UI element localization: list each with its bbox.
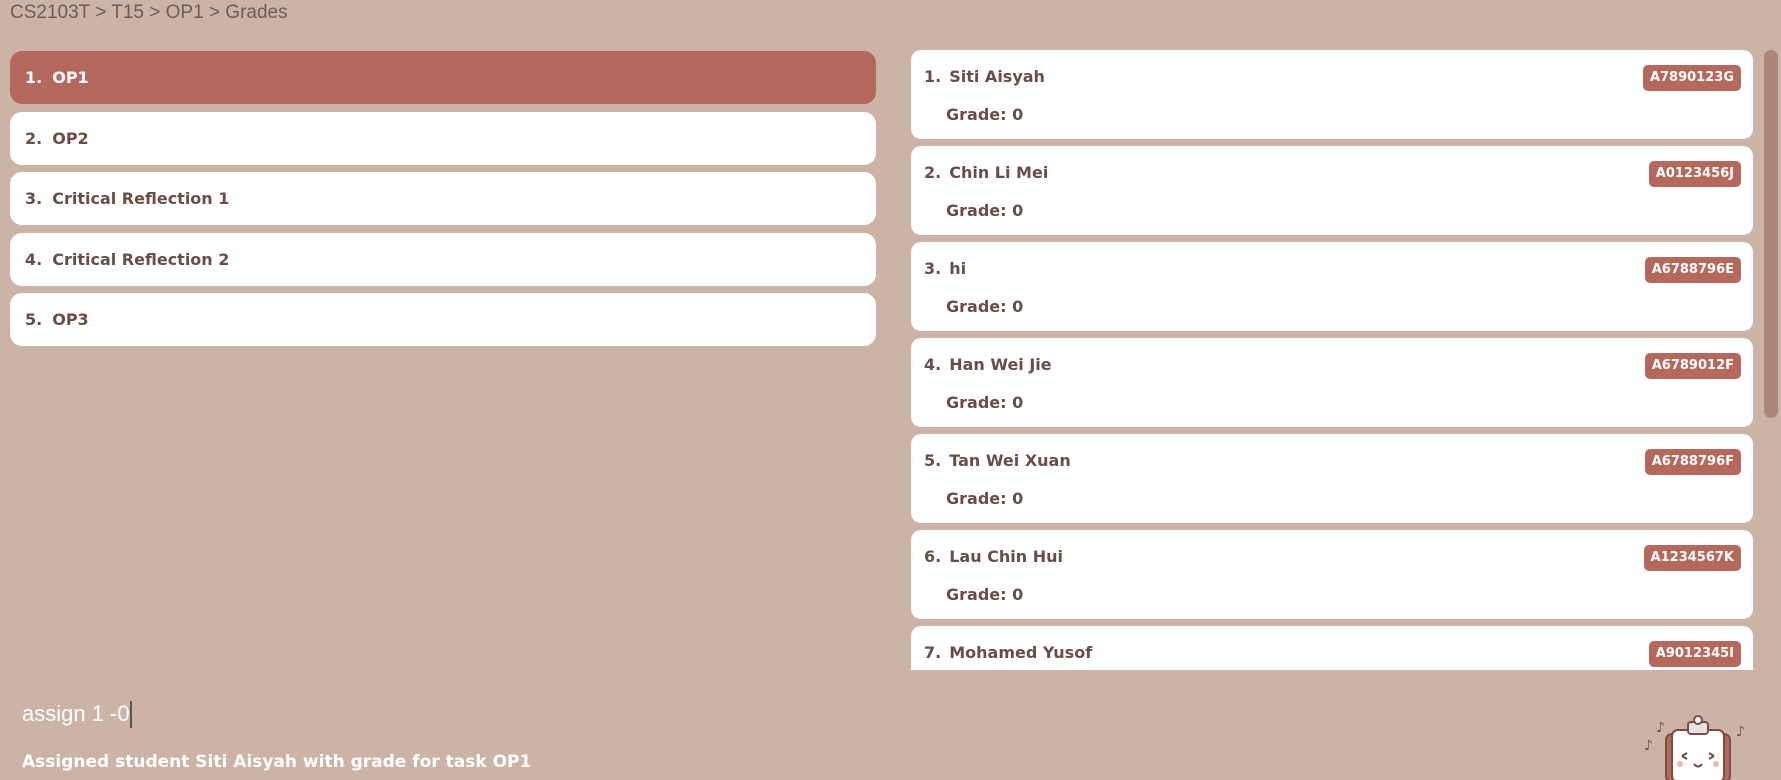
student-name: Tan Wei Xuan — [949, 451, 1071, 470]
student-grade: Grade: 0 — [946, 585, 1024, 604]
command-input[interactable] — [22, 697, 1222, 731]
student-index: 3. — [924, 259, 942, 278]
student-card[interactable]: 3. hi A6788796E Grade: 0 — [911, 242, 1753, 331]
svg-text:♪: ♪ — [1736, 724, 1745, 740]
student-id-badge: A9012345I — [1648, 641, 1741, 667]
task-name: OP3 — [52, 310, 89, 329]
text-caret — [130, 701, 132, 728]
student-name: hi — [949, 259, 967, 278]
student-id-badge: A7890123G — [1642, 65, 1741, 91]
student-grade: Grade: 0 — [946, 489, 1024, 508]
student-grade: Grade: 0 — [946, 201, 1024, 220]
student-id-badge: A0123456J — [1648, 161, 1741, 187]
student-name-line: 4. Han Wei Jie — [924, 355, 1052, 374]
student-name: Lau Chin Hui — [949, 547, 1064, 566]
student-name: Han Wei Jie — [949, 355, 1052, 374]
result-message: Assigned student Siti Aisyah with grade … — [22, 752, 532, 772]
student-name-line: 1. Siti Aisyah — [924, 67, 1045, 86]
breadcrumb: CS2103T > T15 > OP1 > Grades — [10, 2, 288, 23]
student-card[interactable]: 2. Chin Li Mei A0123456J Grade: 0 — [911, 146, 1753, 235]
svg-text:♪: ♪ — [1656, 720, 1665, 736]
task-index: 3. — [25, 189, 43, 208]
student-index: 7. — [924, 643, 942, 662]
student-grade: Grade: 0 — [946, 393, 1024, 412]
task-index: 2. — [25, 128, 43, 148]
student-name-line: 3. hi — [924, 259, 966, 278]
student-name-line: 2. Chin Li Mei — [924, 163, 1048, 182]
task-name: OP2 — [52, 128, 89, 148]
task-index: 5. — [25, 310, 43, 329]
student-id-badge: A1234567K — [1643, 545, 1741, 571]
task-item[interactable]: 4. Critical Reflection 2 — [10, 232, 876, 286]
student-card[interactable]: 7. Mohamed Yusof A9012345I — [911, 626, 1753, 670]
task-item[interactable]: 2. OP2 — [10, 111, 876, 165]
task-index: 1. — [25, 68, 43, 87]
student-index: 4. — [924, 355, 942, 374]
student-card[interactable]: 1. Siti Aisyah A7890123G Grade: 0 — [911, 50, 1753, 139]
svg-text:♪: ♪ — [1644, 738, 1653, 754]
student-index: 2. — [924, 163, 942, 182]
task-name: Critical Reflection 1 — [52, 189, 230, 208]
student-name: Mohamed Yusof — [949, 643, 1093, 662]
task-index: 4. — [25, 249, 43, 269]
task-name: OP1 — [52, 68, 89, 87]
student-name: Chin Li Mei — [949, 163, 1049, 182]
task-list: 1. OP1 2. OP2 3. Critical Reflection 1 4… — [10, 51, 876, 354]
student-grade: Grade: 0 — [946, 297, 1024, 316]
student-list[interactable]: 1. Siti Aisyah A7890123G Grade: 0 2. Chin … — [911, 50, 1753, 670]
student-index: 5. — [924, 451, 942, 470]
student-index: 1. — [924, 67, 942, 86]
student-id-badge: A6788796E — [1644, 257, 1741, 283]
student-name-line: 7. Mohamed Yusof — [924, 643, 1092, 662]
student-grade: Grade: 0 — [946, 105, 1024, 124]
student-card[interactable]: 5. Tan Wei Xuan A6788796F Grade: 0 — [911, 434, 1753, 523]
student-name-line: 6. Lau Chin Hui — [924, 547, 1063, 566]
student-card[interactable]: 4. Han Wei Jie A6789012F Grade: 0 — [911, 338, 1753, 427]
student-index: 6. — [924, 547, 942, 566]
task-item[interactable]: 3. Critical Reflection 1 — [10, 172, 876, 225]
student-name: Siti Aisyah — [949, 67, 1045, 86]
student-id-badge: A6789012F — [1644, 353, 1741, 379]
task-item[interactable]: 5. OP3 — [10, 293, 876, 346]
student-list-scrollbar[interactable] — [1764, 50, 1778, 418]
task-name: Critical Reflection 2 — [52, 249, 230, 269]
student-id-badge: A6788796F — [1644, 449, 1741, 475]
student-card[interactable]: 6. Lau Chin Hui A1234567K Grade: 0 — [911, 530, 1753, 619]
student-name-line: 5. Tan Wei Xuan — [924, 451, 1071, 470]
clipboard-mascot-icon: ♪ ♪ ♪ — [1644, 715, 1745, 780]
task-item[interactable]: 1. OP1 — [10, 51, 876, 104]
